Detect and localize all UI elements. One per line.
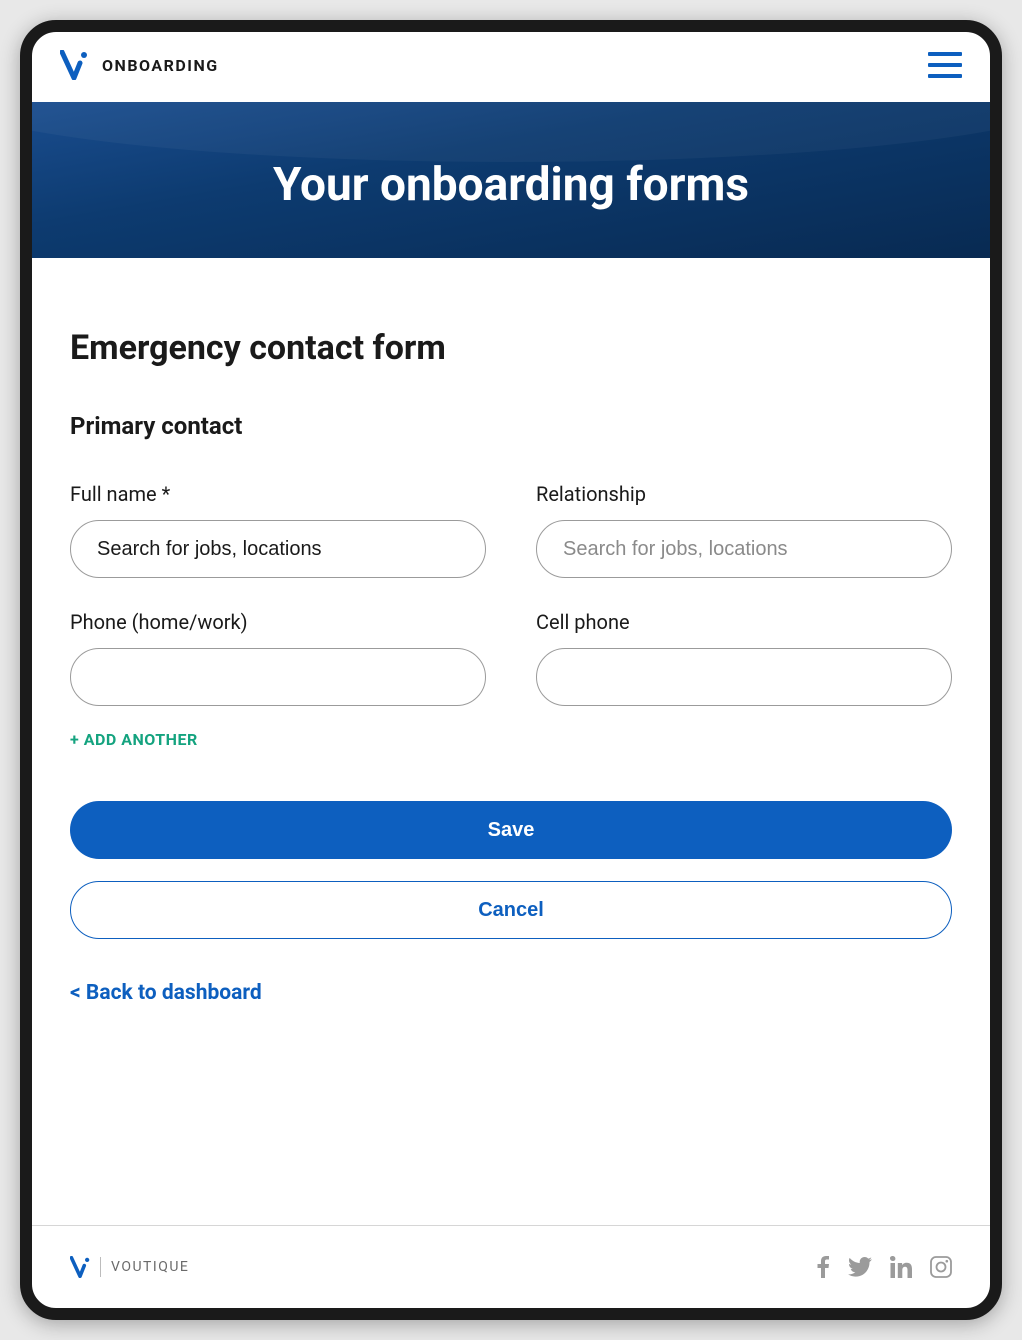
field-relationship: Relationship: [536, 482, 952, 578]
main-content: Emergency contact form Primary contact F…: [32, 258, 990, 1225]
footer-left: VOUTIQUE: [70, 1256, 189, 1278]
form-title: Emergency contact form: [70, 328, 952, 368]
footer: VOUTIQUE: [32, 1225, 990, 1308]
cancel-button[interactable]: Cancel: [70, 881, 952, 939]
twitter-icon[interactable]: [848, 1257, 872, 1277]
phone-home-work-label: Phone (home/work): [70, 610, 486, 634]
device-frame: ONBOARDING Your onboarding forms Emergen…: [20, 20, 1002, 1320]
relationship-label: Relationship: [536, 482, 952, 506]
hero-banner: Your onboarding forms: [32, 102, 990, 258]
cell-phone-label: Cell phone: [536, 610, 952, 634]
field-cell-phone: Cell phone: [536, 610, 952, 706]
app-header: ONBOARDING: [32, 32, 990, 102]
menu-icon[interactable]: [928, 52, 962, 78]
section-title: Primary contact: [70, 412, 952, 440]
linkedin-icon[interactable]: [890, 1256, 912, 1278]
back-to-dashboard-link[interactable]: < Back to dashboard: [70, 981, 262, 1005]
header-title: ONBOARDING: [102, 56, 219, 75]
header-left: ONBOARDING: [60, 50, 219, 80]
save-button[interactable]: Save: [70, 801, 952, 859]
field-grid: Full name * Relationship Phone (home/wor…: [70, 482, 952, 706]
cell-phone-input[interactable]: [536, 648, 952, 706]
phone-home-work-input[interactable]: [70, 648, 486, 706]
hero-title: Your onboarding forms: [52, 158, 970, 212]
footer-divider: [100, 1257, 101, 1277]
field-phone-home-work: Phone (home/work): [70, 610, 486, 706]
footer-logo-icon: [70, 1256, 90, 1278]
full-name-label: Full name *: [70, 482, 486, 506]
add-another-button[interactable]: + ADD ANOTHER: [70, 730, 198, 749]
form-actions: Save Cancel: [70, 801, 952, 939]
footer-brand: VOUTIQUE: [111, 1259, 189, 1275]
relationship-input[interactable]: [536, 520, 952, 578]
logo-icon: [60, 50, 88, 80]
facebook-icon[interactable]: [816, 1256, 830, 1278]
full-name-input[interactable]: [70, 520, 486, 578]
social-icons: [816, 1256, 952, 1278]
instagram-icon[interactable]: [930, 1256, 952, 1278]
field-full-name: Full name *: [70, 482, 486, 578]
